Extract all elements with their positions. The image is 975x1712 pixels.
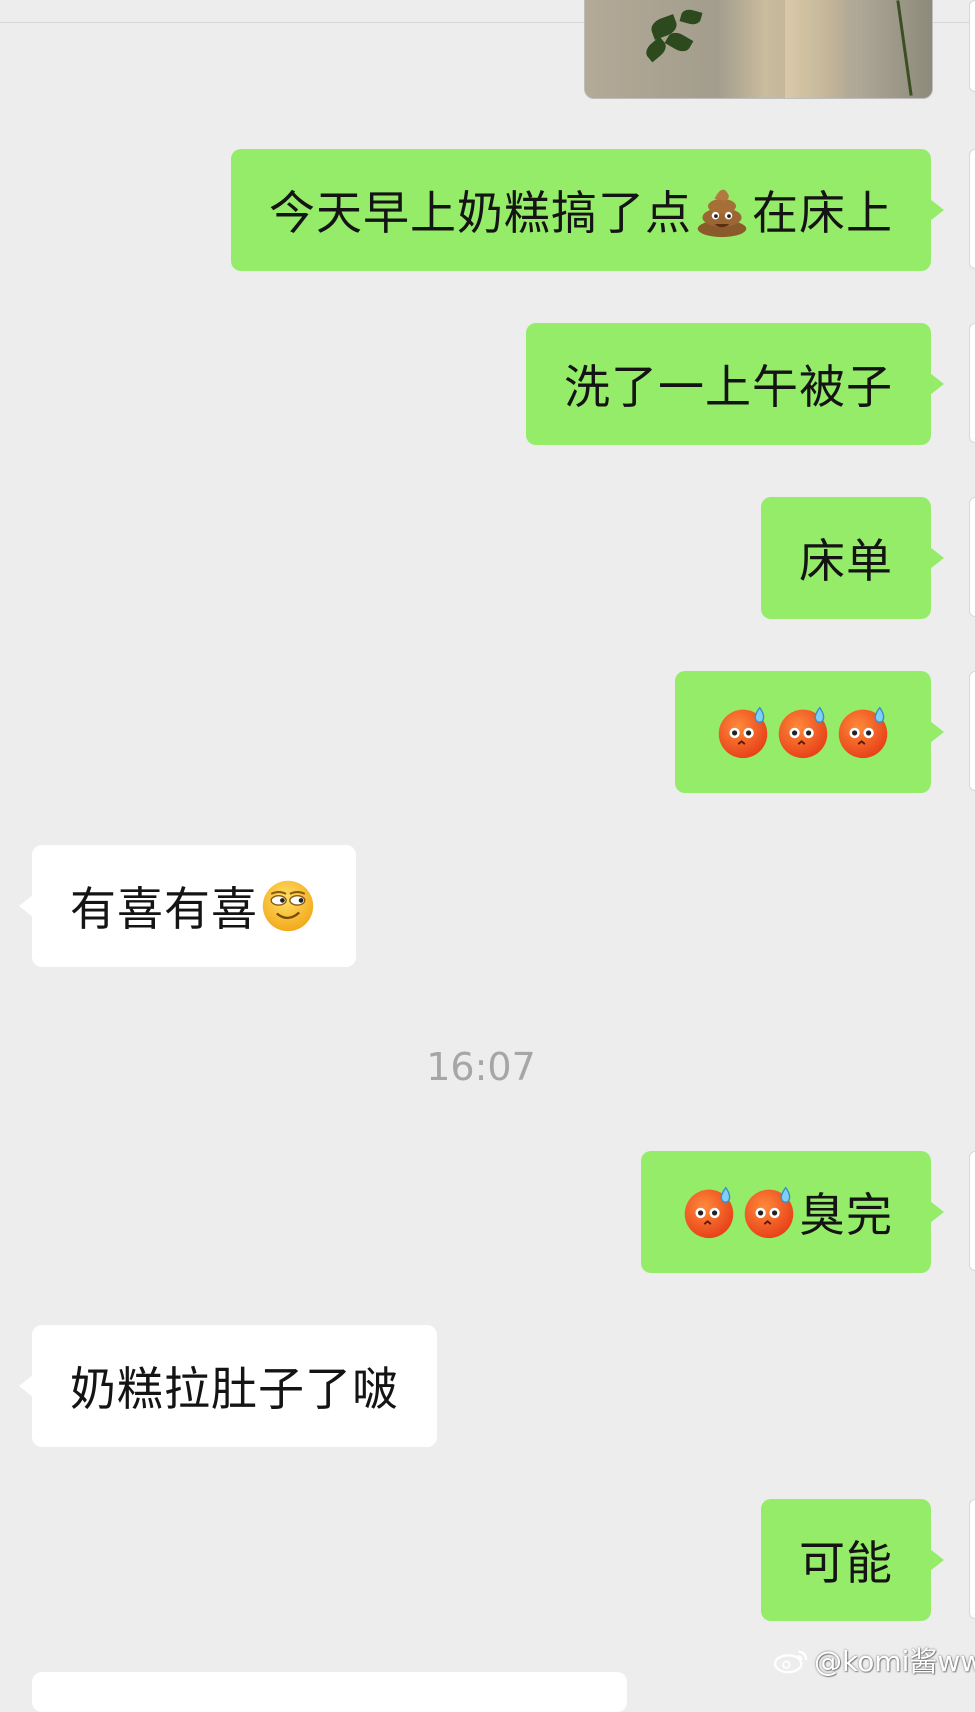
message-text: 有喜有喜 (70, 882, 258, 936)
message-text: 臭完 (799, 1188, 893, 1242)
message-text: 奶糕拉肚子了啵 (70, 1362, 399, 1416)
avatar-edge (969, 497, 975, 617)
image-message[interactable] (584, 0, 933, 99)
sweating-face-icon (835, 704, 891, 760)
smug-face-icon (260, 878, 316, 934)
message-bubble-3[interactable]: 床单 (761, 497, 944, 619)
message-bubble-6[interactable]: 臭完 (641, 1151, 944, 1273)
message-bubble-7[interactable]: 奶糕拉肚子了啵 (19, 1325, 437, 1447)
poop-icon (694, 182, 750, 238)
plant-leaf (679, 7, 703, 27)
message-bubble-4[interactable] (675, 671, 944, 793)
avatar-edge (969, 0, 975, 92)
image-light-stripe (785, 0, 845, 98)
message-bubble-1[interactable]: 今天早上奶糕搞了点 在床上 (231, 149, 944, 271)
message-text: 可能 (799, 1536, 893, 1590)
message-text: 今天早上奶糕搞了点 (269, 186, 692, 240)
avatar-edge (969, 149, 975, 269)
weibo-icon (773, 1650, 808, 1674)
watermark-text: @komi酱ww (814, 1645, 975, 1678)
sweating-face-icon (741, 1184, 797, 1240)
message-bubble-8[interactable]: 可能 (761, 1499, 944, 1621)
message-bubble-2[interactable]: 洗了一上午被子 (526, 323, 944, 445)
sweating-face-icon (681, 1184, 737, 1240)
message-text: 床单 (799, 534, 893, 588)
partial-message-bubble[interactable] (32, 1672, 627, 1712)
watermark: @komi酱ww (772, 1640, 975, 1680)
avatar-edge (969, 1499, 975, 1619)
avatar-edge (969, 323, 975, 443)
plant-stem (896, 0, 913, 96)
avatar-edge (969, 1151, 975, 1271)
sweating-face-icon (775, 704, 831, 760)
message-text: 洗了一上午被子 (564, 360, 893, 414)
message-text: 在床上 (752, 186, 893, 240)
sweating-face-icon (715, 704, 771, 760)
message-bubble-5[interactable]: 有喜有喜 (19, 845, 356, 967)
timestamp: 16:07 (426, 1045, 536, 1089)
avatar-edge (969, 671, 975, 791)
